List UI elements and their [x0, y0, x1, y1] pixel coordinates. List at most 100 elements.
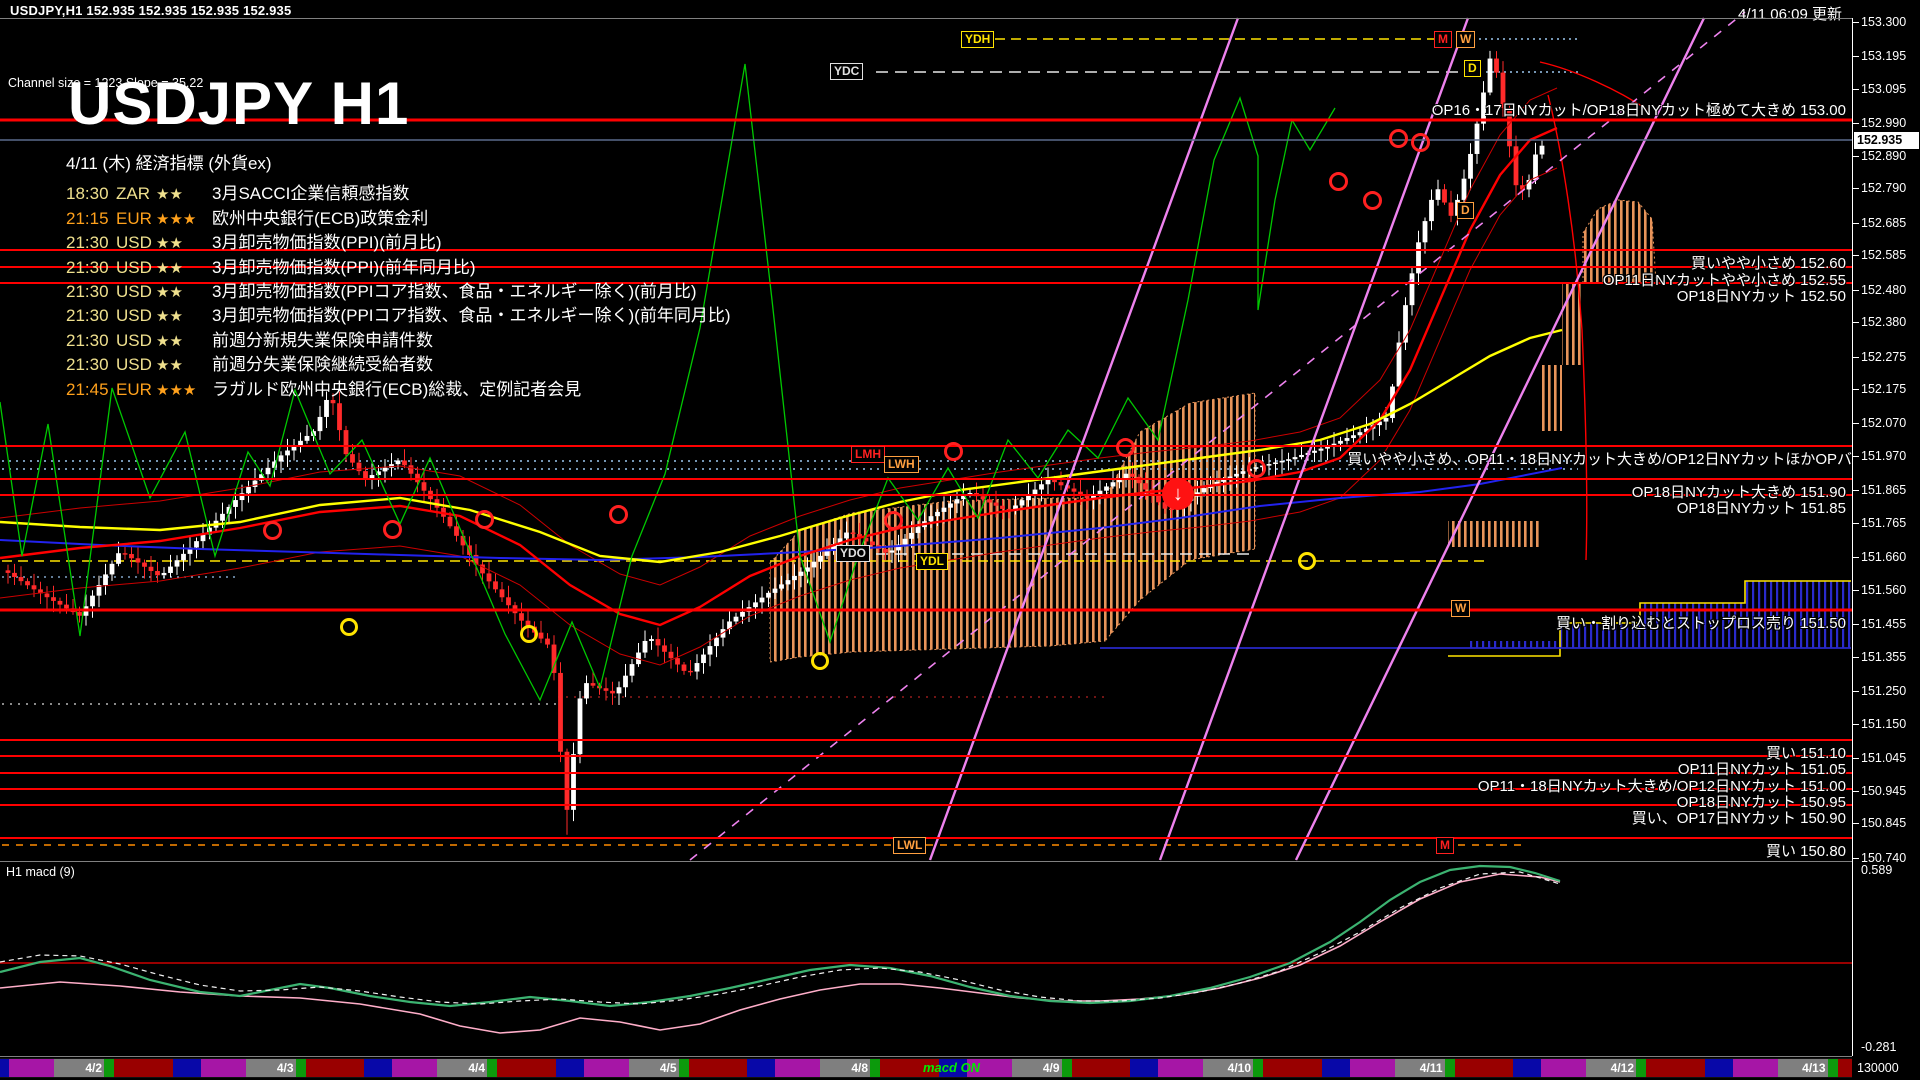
price-tick-label: 151.970: [1861, 449, 1906, 463]
pivot-label-ydo[interactable]: YDO: [836, 545, 870, 562]
pivot-label-w[interactable]: W: [1456, 31, 1475, 48]
price-tick-mark: [1853, 188, 1859, 189]
price-tick-label: 150.845: [1861, 816, 1906, 830]
session-segment: [747, 1059, 775, 1077]
event-time: 21:15: [66, 207, 110, 231]
event-description: 欧州中央銀行(ECB)政策金利: [212, 209, 428, 228]
session-segment: [1072, 1059, 1131, 1077]
pivot-label-m[interactable]: M: [1434, 31, 1452, 48]
pivot-label-ydh[interactable]: YDH: [961, 31, 994, 48]
session-segment: [1350, 1059, 1395, 1077]
event-importance-stars: ★★: [156, 330, 208, 354]
event-importance-stars: ★★: [156, 257, 208, 281]
macd-lines: [0, 866, 1852, 1033]
event-currency: USD: [116, 329, 154, 353]
price-tick-label: 151.560: [1861, 583, 1906, 597]
op-level-note: 買い 150.80: [1766, 840, 1846, 861]
session-segment: [1513, 1059, 1541, 1077]
price-tick-mark: [1853, 758, 1859, 759]
price-tick-label: 151.455: [1861, 617, 1906, 631]
date-label: 4/4: [437, 1061, 485, 1075]
op-level-note: 買い、OP17日NYカット 150.90: [1632, 807, 1846, 828]
event-description: 3月卸売物価指数(PPI)(前月比): [212, 233, 442, 252]
session-segment: [0, 1059, 9, 1077]
session-segment: [1445, 1059, 1455, 1077]
session-segment: [306, 1059, 365, 1077]
session-segment: [870, 1059, 880, 1077]
calendar-event-row: 21:30USD★★3月卸売物価指数(PPI)(前月比): [66, 231, 731, 255]
pivot-label-d[interactable]: D: [1464, 60, 1481, 77]
session-segment: [1705, 1059, 1733, 1077]
event-time: 21:30: [66, 256, 110, 280]
pivot-label-ydl[interactable]: YDL: [916, 553, 948, 570]
price-tick-label: 152.175: [1861, 382, 1906, 396]
price-tick-mark: [1853, 290, 1859, 291]
event-importance-stars: ★★: [156, 183, 208, 207]
price-tick-mark: [1853, 791, 1859, 792]
price-tick-mark: [1853, 423, 1859, 424]
axis-separator: [1852, 18, 1853, 1056]
chart-watermark-title: USDJPY H1: [68, 74, 409, 134]
pivot-label-ydc[interactable]: YDC: [830, 63, 863, 80]
event-time: 21:30: [66, 304, 110, 328]
pivot-label-w[interactable]: W: [1451, 600, 1470, 617]
session-segment: [364, 1059, 392, 1077]
price-tick-label: 152.380: [1861, 315, 1906, 329]
buy-signal-icon: [520, 625, 538, 643]
date-label: 4/13: [1778, 1061, 1826, 1075]
current-price-box: 152.935: [1854, 132, 1919, 149]
event-importance-stars: ★★: [156, 232, 208, 256]
session-segment: [1158, 1059, 1203, 1077]
price-tick-mark: [1853, 490, 1859, 491]
price-tick-label: 152.890: [1861, 149, 1906, 163]
sell-signal-icon: [383, 520, 402, 539]
session-segment: [497, 1059, 556, 1077]
pivot-label-lwh[interactable]: LWH: [884, 456, 919, 473]
event-importance-stars: ★★★: [156, 208, 208, 232]
calendar-event-row: 21:30USD★★3月卸売物価指数(PPIコア指数、食品・エネルギー除く)(前…: [66, 280, 731, 304]
price-tick-label: 152.685: [1861, 216, 1906, 230]
session-segment: [1733, 1059, 1778, 1077]
price-tick-mark: [1853, 389, 1859, 390]
session-segment: [487, 1059, 497, 1077]
calendar-event-row: 21:30USD★★3月卸売物価指数(PPI)(前年同月比): [66, 256, 731, 280]
sell-signal-icon: [944, 442, 963, 461]
pivot-label-lwl[interactable]: LWL: [893, 837, 926, 854]
trading-chart-window: USDJPY,H1 152.935 152.935 152.935 152.93…: [0, 0, 1920, 1080]
op-level-note: OP18日NYカット 151.85: [1677, 497, 1846, 518]
sell-signal-icon: [1116, 438, 1135, 457]
session-segment: [1253, 1059, 1263, 1077]
pivot-label-m[interactable]: M: [1436, 837, 1454, 854]
price-tick-label: 152.790: [1861, 181, 1906, 195]
event-currency: EUR: [116, 378, 154, 402]
time-axis[interactable]: 4/24/34/44/54/84/94/104/114/124/13 macd …: [0, 1058, 1852, 1078]
event-currency: USD: [116, 353, 154, 377]
session-segment: [1130, 1059, 1158, 1077]
sell-signal-icon: [263, 521, 282, 540]
session-segment: [775, 1059, 820, 1077]
price-tick-label: 151.660: [1861, 550, 1906, 564]
date-label: 4/9: [1012, 1061, 1060, 1075]
event-description: 3月SACCI企業信頼感指数: [212, 184, 409, 203]
event-time: 21:30: [66, 353, 110, 377]
calendar-event-row: 21:30USD★★前週分新規失業保険申請件数: [66, 329, 731, 353]
pivot-label-d[interactable]: D: [1457, 202, 1474, 219]
price-tick-label: 151.865: [1861, 483, 1906, 497]
session-segment: [296, 1059, 306, 1077]
macd-canvas[interactable]: [0, 862, 1852, 1080]
session-segment: [679, 1059, 689, 1077]
price-tick-mark: [1853, 456, 1859, 457]
price-tick-mark: [1853, 22, 1859, 23]
session-segment: [201, 1059, 246, 1077]
op-level-note: OP16・17日NYカット/OP18日NYカット極めて大きめ 153.00: [1432, 99, 1846, 120]
macd-scale-top: 0.589: [1861, 863, 1892, 877]
calendar-event-row: 18:30ZAR★★3月SACCI企業信頼感指数: [66, 182, 731, 206]
pivot-label-lmh[interactable]: LMH: [851, 446, 885, 463]
updated-timestamp: 4/11 06:09 更新: [1738, 3, 1842, 24]
event-importance-stars: ★★★: [156, 379, 208, 403]
price-tick-mark: [1853, 523, 1859, 524]
price-tick-mark: [1853, 691, 1859, 692]
price-axis[interactable]: 153.300153.195153.095152.990152.890152.7…: [1853, 18, 1920, 1056]
event-currency: USD: [116, 280, 154, 304]
sell-signal-icon: [884, 511, 903, 530]
